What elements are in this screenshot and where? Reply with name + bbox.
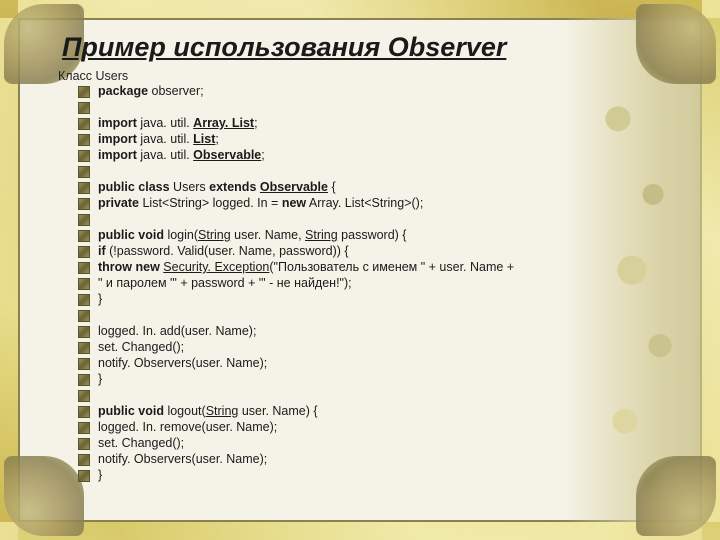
txt: " и паролем '" + password + "' - не найд… [98,276,352,290]
code-line: } [78,467,662,483]
kw: public void [98,404,164,418]
txt: user. Name, [231,228,305,242]
code-line: public void logout(String user. Name) { [78,403,662,419]
kw: private [98,196,139,210]
cls: Observable [193,148,261,162]
txt: notify. Observers(user. Name); [98,452,267,466]
code-line: logged. In. add(user. Name); [78,323,662,339]
kw: package [98,84,148,98]
kw: import [98,132,137,146]
txt: set. Changed(); [98,340,184,354]
txt: logged. In. add(user. Name); [98,324,256,338]
kw: extends [209,180,256,194]
cls: String [198,228,231,242]
code-line: import java. util. Observable; [78,147,662,163]
code-line: } [78,371,662,387]
cls: String [305,228,338,242]
txt: { [328,180,336,194]
txt: } [98,292,102,306]
code-blank [78,387,662,403]
txt: java. util. [137,148,193,162]
code-blank [78,307,662,323]
cls: String [206,404,239,418]
cls: Security. Exception [163,260,269,274]
txt: (!password. Valid(user. Name, password))… [106,244,349,258]
code-line: set. Changed(); [78,339,662,355]
code-line: import java. util. List; [78,131,662,147]
code-blank [78,99,662,115]
txt: logged. In. remove(user. Name); [98,420,277,434]
cls: Observable [260,180,328,194]
code-line: notify. Observers(user. Name); [78,451,662,467]
txt: java. util. [137,132,193,146]
slide-subtitle: Класс Users [58,69,662,83]
slide-content: Пример использования Observer Класс User… [18,18,702,522]
code-line: if (!password. Valid(user. Name, passwor… [78,243,662,259]
code-line: import java. util. Array. List; [78,115,662,131]
code-line: " и паролем '" + password + "' - не найд… [78,275,662,291]
code-listing: package observer; import java. util. Arr… [78,83,662,483]
code-line: throw new Security. Exception("Пользоват… [78,259,662,275]
kw: if [98,244,106,258]
kw: public void [98,228,164,242]
txt: set. Changed(); [98,436,184,450]
code-line: notify. Observers(user. Name); [78,355,662,371]
txt: logout( [164,404,206,418]
txt: observer; [148,84,204,98]
txt: login( [164,228,198,242]
txt: ; [215,132,218,146]
txt: password) { [338,228,407,242]
txt: Users [170,180,210,194]
code-line: public class Users extends Observable { [78,179,662,195]
slide-title: Пример использования Observer [62,32,662,63]
code-line: set. Changed(); [78,435,662,451]
txt: java. util. [137,116,193,130]
kw: throw new [98,260,160,274]
code-line: package observer; [78,83,662,99]
txt: ; [261,148,264,162]
kw: import [98,148,137,162]
code-line: public void login(String user. Name, Str… [78,227,662,243]
code-line: } [78,291,662,307]
kw: new [282,196,306,210]
code-blank [78,163,662,179]
txt: List<String> logged. In = [139,196,282,210]
code-line: logged. In. remove(user. Name); [78,419,662,435]
txt: Array. List<String>(); [306,196,423,210]
txt: ("Пользователь с именем " + user. Name + [269,260,514,274]
txt: user. Name) { [238,404,317,418]
cls: Array. List [193,116,254,130]
code-line: private List<String> logged. In = new Ar… [78,195,662,211]
code-blank [78,211,662,227]
txt: ; [254,116,257,130]
txt: } [98,468,102,482]
kw: import [98,116,137,130]
txt: notify. Observers(user. Name); [98,356,267,370]
cls: List [193,132,215,146]
txt: } [98,372,102,386]
kw: public class [98,180,170,194]
